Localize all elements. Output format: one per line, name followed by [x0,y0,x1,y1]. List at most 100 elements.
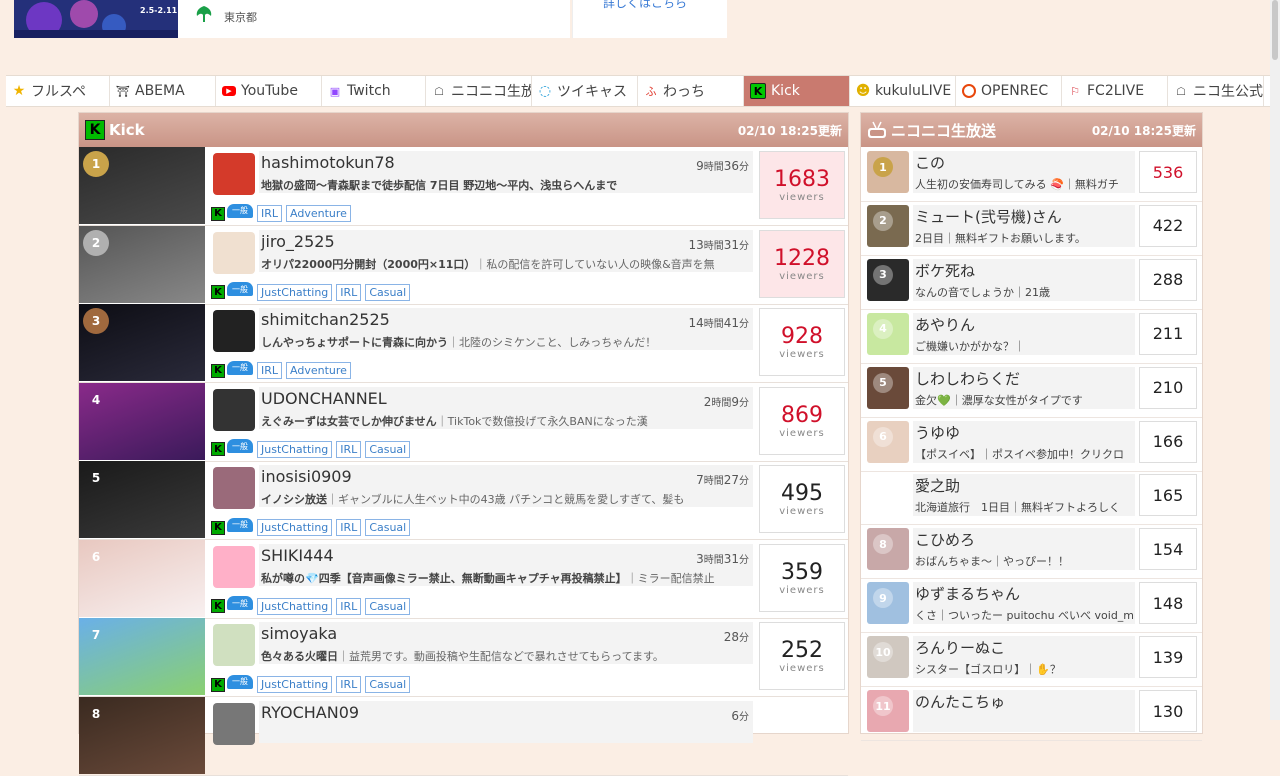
tab-nico-official[interactable]: ☖ ニコ生公式 [1168,76,1264,106]
category-tag[interactable]: JustChatting [257,676,333,693]
avatar[interactable]: 1 [867,151,909,193]
category-tag[interactable]: JustChatting [257,283,333,301]
avatar[interactable] [213,231,255,274]
avatar[interactable]: 8 [867,528,909,571]
tokyo-ad[interactable]: 東京都 [178,0,570,38]
streamer-name[interactable]: simoyaka [261,624,337,643]
category-tag[interactable]: Casual [365,597,411,615]
category-tag[interactable]: Adventure [286,362,351,379]
tab-wacchi[interactable]: ふわっち [638,76,744,106]
stream-row[interactable]: 1 hashimotokun78 9時間36分 地獄の盛岡～青森駅まで徒歩配信 7日目… [79,147,848,226]
category-tag[interactable]: IRL [257,205,283,222]
nico-stream-row[interactable]: 8 こひめろ おばんちゃま～｜やっぴー！！ 154 [861,524,1202,580]
avatar[interactable] [213,545,255,588]
avatar[interactable]: 3 [867,258,909,301]
tab-openrec[interactable]: OPENREC [956,76,1062,106]
nico-stream-row[interactable]: 1 この 人生初の安価寿司してみる 🍣｜無料ガチ 536 [861,147,1202,202]
nico-stream-row[interactable]: 11 のんたこちゅ 130 [861,686,1202,741]
avatar[interactable]: 6 [867,420,909,463]
category-tag[interactable]: Casual [365,440,411,458]
avatar[interactable]: 11 [867,690,909,732]
category-tag[interactable]: IRL [336,440,362,458]
streamer-name[interactable]: のんたこちゅ [915,691,1005,712]
scrollbar-thumb[interactable] [1272,0,1278,60]
nico-stream-row[interactable]: 9 ゆずまるちゃん くさ｜ついったー puitochu べいべ void_m 148 [861,578,1202,634]
avatar[interactable]: 5 [867,366,909,409]
avatar[interactable]: 2 [867,204,909,247]
streamer-name[interactable]: ゆずまるちゃん [915,583,1020,604]
streamer-name[interactable]: 愛之助 [915,475,960,496]
stream-row[interactable]: 2 jiro_2525 13時間31分 オリパ22000円分開封（2000円×11口）… [79,225,848,305]
category-tag[interactable]: Casual [365,676,411,693]
streamer-name[interactable]: RYOCHAN09 [261,703,359,722]
category-tag[interactable]: JustChatting [257,597,333,615]
stream-thumbnail[interactable]: 1 [79,147,205,224]
nico-stream-row[interactable]: 3 ボケ死ね なんの音でしょうか｜21歳 288 [861,255,1202,310]
tab-kukulu[interactable]: ☻ kukuluLIVE [850,76,956,106]
nico-stream-row[interactable]: 10 ろんりーぬこ シスター【ゴスロリ】｜✋？ 139 [861,632,1202,688]
category-tag[interactable]: Adventure [286,205,351,222]
detail-link[interactable]: 詳しくはこちら [603,0,687,11]
nico-stream-row[interactable]: 5 しわしわらくだ 金欠💚｜濃厚な女性がタイプです 210 [861,363,1202,418]
streamer-name[interactable]: ろんりーぬこ [915,637,1005,658]
category-tag[interactable]: IRL [336,597,362,615]
nico-stream-row[interactable]: 7 愛之助 北海道旅行 1日目｜無料ギフトよろしく 165 [861,470,1202,526]
tab-youtube[interactable]: ▶ YouTube [216,76,322,106]
streamer-name[interactable]: ボケ死ね [915,260,975,281]
streamer-name[interactable]: こひめろ [915,529,975,550]
avatar[interactable]: 4 [867,312,909,355]
streamer-name[interactable]: うゆゆ [915,422,960,443]
tab-kick[interactable]: K Kick [744,76,850,106]
tab-abema[interactable]: ⛩ ABEMA [110,76,216,106]
streamer-name[interactable]: SHIKI444 [261,546,334,565]
category-tag[interactable]: JustChatting [257,440,333,458]
streamer-name[interactable]: jiro_2525 [261,232,335,251]
avatar[interactable] [213,153,255,195]
stream-thumbnail[interactable]: 4 [79,382,205,460]
tab-niconico[interactable]: ☖ ニコニコ生放送 [426,76,532,106]
detail-link-box[interactable]: 詳しくはこちら [572,0,727,38]
streamer-name[interactable]: この [915,152,945,173]
stream-thumbnail[interactable]: 2 [79,225,205,303]
category-tag[interactable]: Casual [365,519,411,536]
streamer-name[interactable]: shimitchan2525 [261,310,390,329]
category-tag[interactable]: IRL [336,676,362,693]
tab-twitcasting[interactable]: ◌ ツイキャス [532,76,638,106]
streamer-name[interactable]: ミュート(弐号機)さん [915,206,1062,227]
stream-row[interactable]: 3 shimitchan2525 14時間41分 しんやっちょサポートに青森に向かう｜… [79,304,848,383]
tab-fc2[interactable]: ⚐ FC2LIVE [1062,76,1168,106]
category-tag[interactable]: IRL [336,283,362,301]
tab-twitch[interactable]: ▣ Twitch [322,76,426,106]
stream-row[interactable]: 8 RYOCHAN09 6分 [79,696,848,776]
nico-stream-row[interactable]: 4 あやりん ご機嫌いかがかな？｜ 211 [861,309,1202,364]
stream-thumbnail[interactable]: 6 [79,539,205,617]
streamer-name[interactable]: あやりん [915,314,975,335]
avatar[interactable] [213,310,255,352]
streamer-name[interactable]: しわしわらくだ [915,368,1020,389]
stream-thumbnail[interactable]: 7 [79,618,205,695]
stream-thumbnail[interactable]: 3 [79,304,205,381]
avatar[interactable] [213,624,255,666]
avatar[interactable]: 7 [867,474,909,517]
avatar[interactable]: 9 [867,582,909,625]
stream-row[interactable]: 6 SHIKI444 3時間31分 私が噂の💎四季【音声画像ミラー禁止、無断動画キャプ… [79,539,848,619]
category-tag[interactable]: JustChatting [257,519,333,536]
category-tag[interactable]: Casual [365,283,411,301]
avatar[interactable] [213,702,255,745]
page-scrollbar[interactable] [1270,0,1280,720]
avatar[interactable]: 10 [867,636,909,679]
category-tag[interactable]: IRL [336,519,362,536]
avatar[interactable] [213,467,255,509]
stream-row[interactable]: 5 inosisi0909 7時間27分 イノシシ放送｜ギャンブルに人生ベット中の43… [79,461,848,540]
stream-row[interactable]: 7 simoyaka 28分 色々ある火曜日｜益荒男です。動画投稿や生配信などで暴れさ… [79,618,848,697]
streamer-name[interactable]: inosisi0909 [261,467,352,486]
tab-star[interactable]: ★ フルスペ [6,76,110,106]
streamer-name[interactable]: UDONCHANNEL [261,389,387,408]
event-banner[interactable]: 2.5-2.11 [14,0,178,38]
nico-stream-row[interactable]: 2 ミュート(弐号機)さん 2日目｜無料ギフトお願いします。 422 [861,201,1202,256]
streamer-name[interactable]: hashimotokun78 [261,153,395,172]
category-tag[interactable]: IRL [257,362,283,379]
avatar[interactable] [213,388,255,431]
stream-row[interactable]: 4 UDONCHANNEL 2時間9分 えぐみーずは女芸でしか伸びません｜TikTok… [79,382,848,462]
nico-stream-row[interactable]: 6 うゆゆ 【ポスイベ】｜ポスイベ参加中！クリクロ 166 [861,417,1202,472]
